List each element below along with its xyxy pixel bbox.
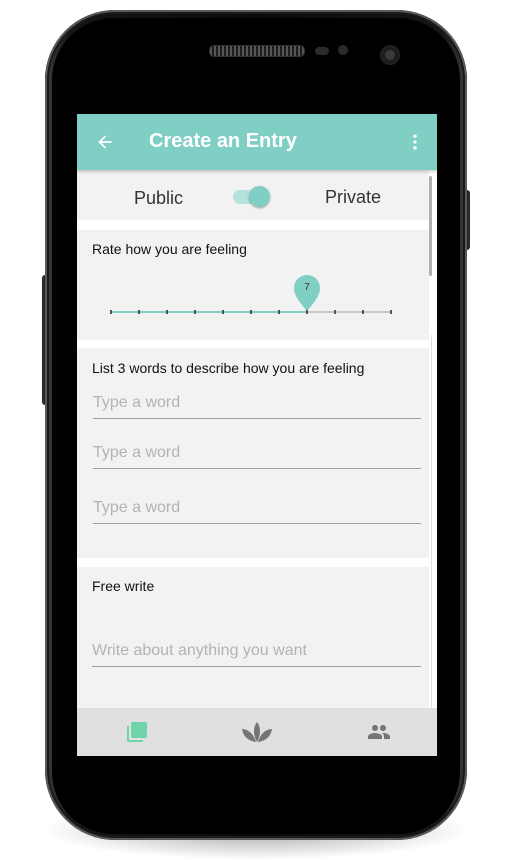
words-label: List 3 words to describe how you are fee… (92, 360, 365, 376)
slider-tick (138, 310, 140, 314)
slider-value-pin[interactable]: 7 (293, 274, 321, 312)
word-input-2[interactable] (93, 444, 421, 462)
app-bar: Create an Entry (77, 114, 437, 170)
front-camera (380, 45, 400, 65)
slider-tick (194, 310, 196, 314)
lotus-icon (242, 722, 272, 742)
bottom-navigation (77, 708, 437, 756)
words-card: List 3 words to describe how you are fee… (77, 348, 429, 558)
scrollbar[interactable] (429, 176, 432, 276)
word-field-2 (93, 434, 421, 469)
free-write-label: Free write (92, 578, 155, 594)
slider-tick (334, 310, 336, 314)
word-field-1 (93, 384, 421, 419)
slider-value: 7 (304, 282, 310, 293)
word-field-3 (93, 489, 421, 524)
entries-icon (127, 722, 147, 742)
visibility-toggle[interactable] (233, 186, 270, 208)
rating-card: Rate how you are feeling 7 (77, 230, 429, 340)
arrow-back-icon[interactable] (95, 132, 115, 152)
nav-entries[interactable] (77, 708, 197, 756)
toggle-thumb (249, 186, 270, 207)
rating-label: Rate how you are feeling (92, 241, 247, 257)
nav-community[interactable] (317, 708, 437, 756)
slider-tick (390, 310, 392, 314)
proximity-sensor (315, 47, 329, 55)
word-input-1[interactable] (93, 394, 421, 412)
public-label: Public (134, 188, 184, 208)
scroll-track (431, 335, 432, 708)
page-title: Create an Entry (149, 130, 297, 152)
mood-slider[interactable]: 7 (110, 260, 392, 316)
pin-shape (294, 275, 320, 311)
light-sensor (338, 45, 348, 55)
free-write-input[interactable] (92, 642, 421, 660)
nav-meditate[interactable] (197, 708, 317, 756)
more-vert-icon[interactable] (405, 132, 425, 152)
app-screen: Create an Entry Public Private Rate how … (77, 114, 437, 756)
slider-tick (222, 310, 224, 314)
private-label: Private (325, 187, 382, 207)
slider-tick (278, 310, 280, 314)
earpiece-speaker (209, 45, 305, 57)
slider-tick (306, 310, 308, 314)
word-input-3[interactable] (93, 499, 421, 517)
slider-tick (110, 310, 112, 314)
visibility-card: Public Private (77, 170, 429, 220)
form-content: Public Private Rate how you are feeling … (77, 170, 437, 708)
free-write-field (92, 630, 421, 667)
people-icon (368, 725, 390, 739)
slider-tick (250, 310, 252, 314)
free-write-card: Free write (77, 567, 429, 708)
slider-tick (166, 310, 168, 314)
slider-tick (362, 310, 364, 314)
